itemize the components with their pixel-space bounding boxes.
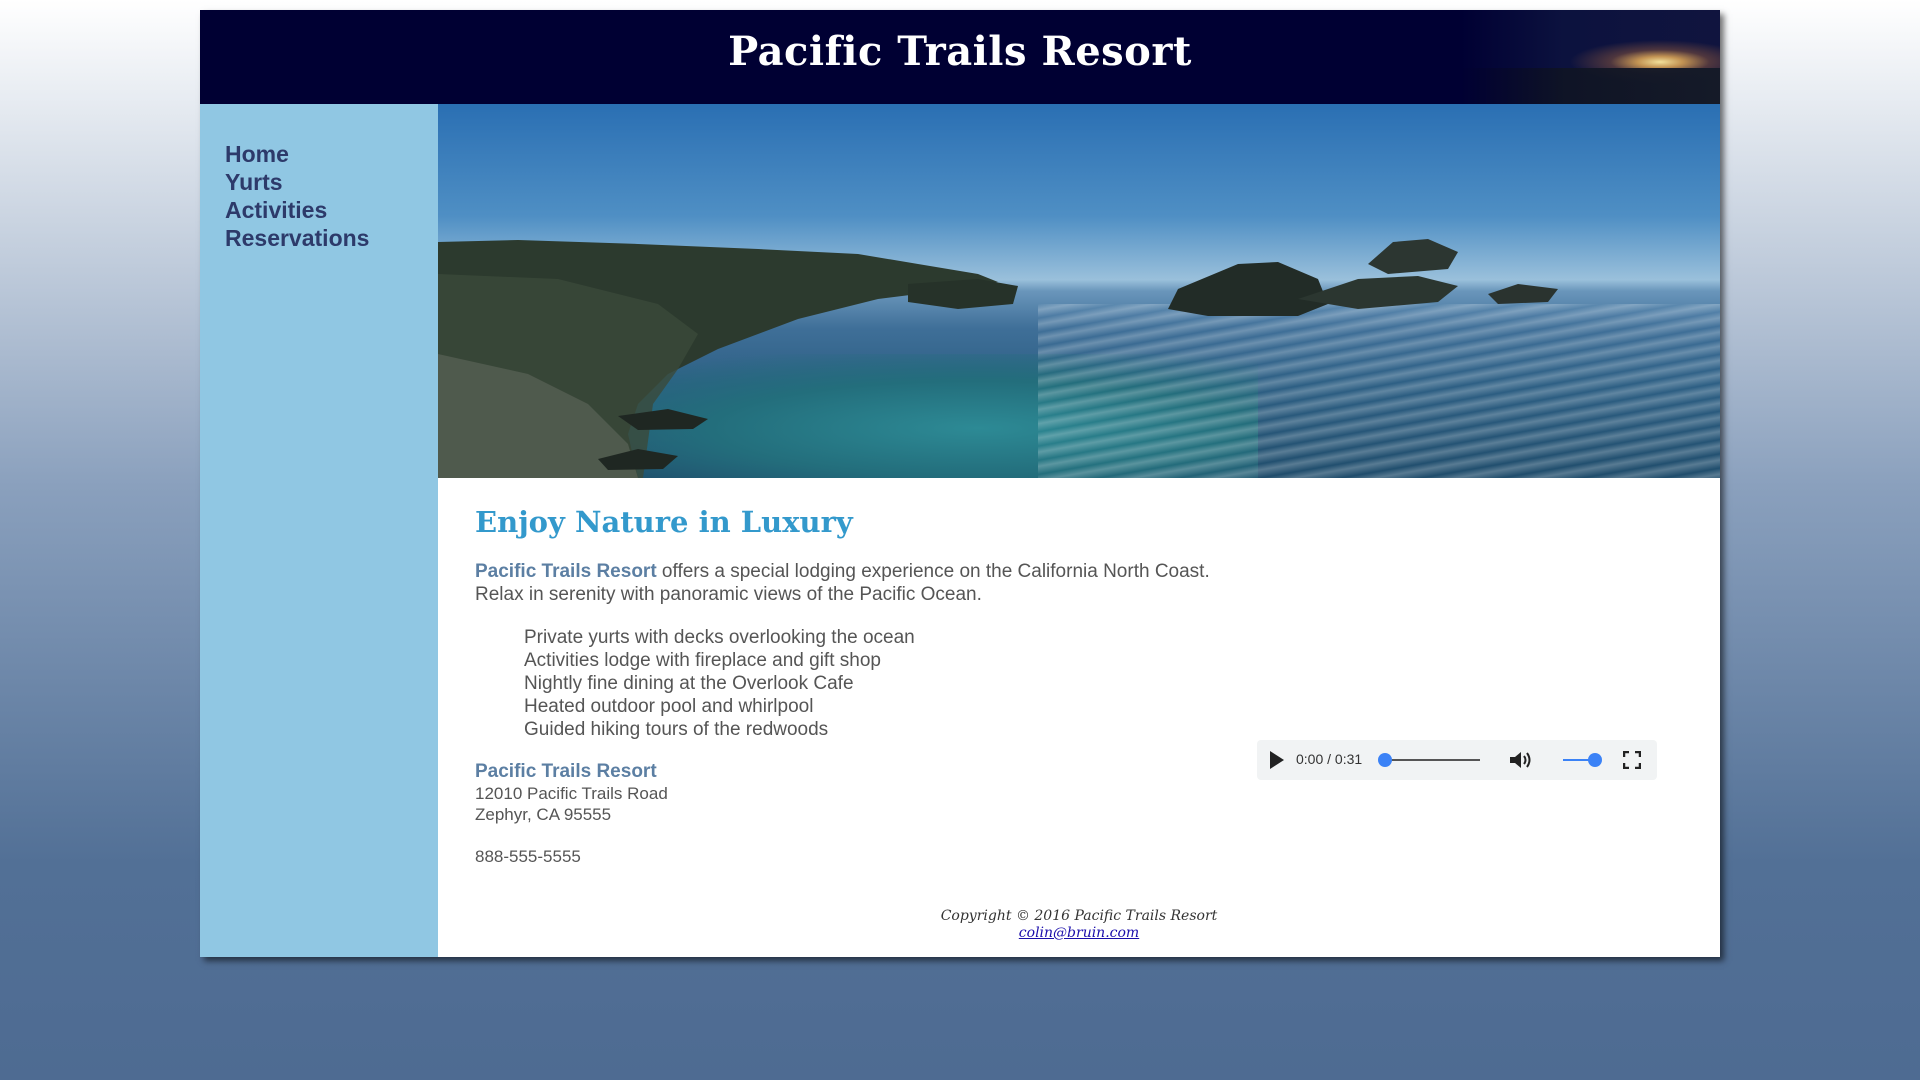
play-icon[interactable] [1270,751,1284,769]
audio-player: 0:00 / 0:31 [1257,740,1657,780]
contact-street: 12010 Pacific Trails Road [475,784,668,803]
nav-item-home[interactable]: Home [225,140,438,168]
page-wrapper: Pacific Trails Resort Home Yurts Activit… [200,10,1720,957]
contact-city: Zephyr, CA 95555 [475,805,612,824]
list-item: Private yurts with decks overlooking the… [524,627,915,648]
page-body: Enjoy Nature in Luxury Pacific Trails Re… [475,504,1675,867]
player-time: 0:00 / 0:31 [1296,751,1363,767]
feature-list: Private yurts with decks overlooking the… [475,626,1675,741]
progress-handle[interactable] [1378,753,1392,767]
nav-item-activities[interactable]: Activities [225,196,438,224]
hero-landforms [438,239,1558,478]
list-item: Activities lodge with fireplace and gift… [524,650,881,671]
intro-paragraph: Pacific Trails Resort offers a special l… [475,560,1675,606]
list-item: Nightly fine dining at the Overlook Cafe [524,673,854,694]
email-link[interactable]: colin@bruin.com [1019,925,1139,941]
list-item: Guided hiking tours of the redwoods [524,719,829,740]
coastline-hero-image [438,104,1720,478]
list-item: Heated outdoor pool and whirlpool [524,696,814,717]
main-content: Enjoy Nature in Luxury Pacific Trails Re… [438,104,1720,957]
page-heading: Enjoy Nature in Luxury [475,505,853,539]
progress-track[interactable] [1384,759,1480,761]
nav-item-reservations[interactable]: Reservations [225,224,438,252]
nav-item-yurts[interactable]: Yurts [225,168,438,196]
site-footer: Copyright © 2016 Pacific Trails Resort c… [438,908,1720,942]
volume-handle[interactable] [1588,753,1602,767]
contact-phone: 888-555-5555 [475,847,581,866]
intro-line-1: offers a special lodging experience on t… [656,561,1210,582]
volume-icon[interactable] [1508,750,1534,770]
intro-brand-name: Pacific Trails Resort [475,561,657,582]
intro-line-2: Relax in serenity with panoramic views o… [475,584,982,605]
site-header: Pacific Trails Resort [200,10,1720,104]
main-nav: Home Yurts Activities Reservations [200,104,438,252]
fullscreen-icon[interactable] [1623,751,1641,769]
site-title: Pacific Trails Resort [728,28,1192,75]
copyright-text: Copyright © 2016 Pacific Trails Resort [940,908,1218,924]
